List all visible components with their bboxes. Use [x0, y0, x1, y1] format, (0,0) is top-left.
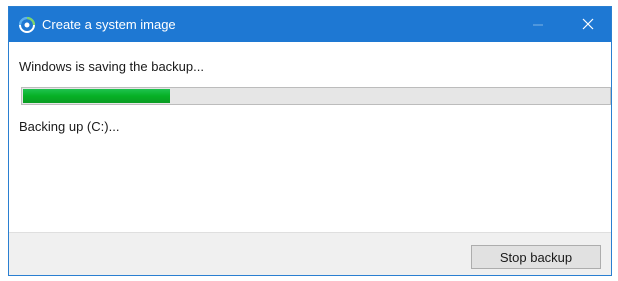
footer-bar: Stop backup: [9, 232, 611, 275]
status-text: Windows is saving the backup...: [19, 59, 204, 74]
backup-window: Create a system image Windows is saving …: [8, 6, 612, 276]
title-bar[interactable]: Create a system image: [9, 7, 611, 42]
close-button[interactable]: [565, 7, 611, 42]
window-title: Create a system image: [42, 17, 176, 32]
minimize-button[interactable]: [515, 7, 561, 42]
progress-fill: [23, 89, 170, 103]
progress-bar: [21, 87, 611, 105]
minimize-icon: [533, 24, 543, 26]
detail-text: Backing up (C:)...: [19, 119, 120, 134]
stop-backup-button[interactable]: Stop backup: [471, 245, 601, 269]
system-image-backup-icon: [18, 16, 36, 34]
close-icon: [582, 18, 594, 30]
content-area: Windows is saving the backup... Backing …: [9, 42, 611, 232]
